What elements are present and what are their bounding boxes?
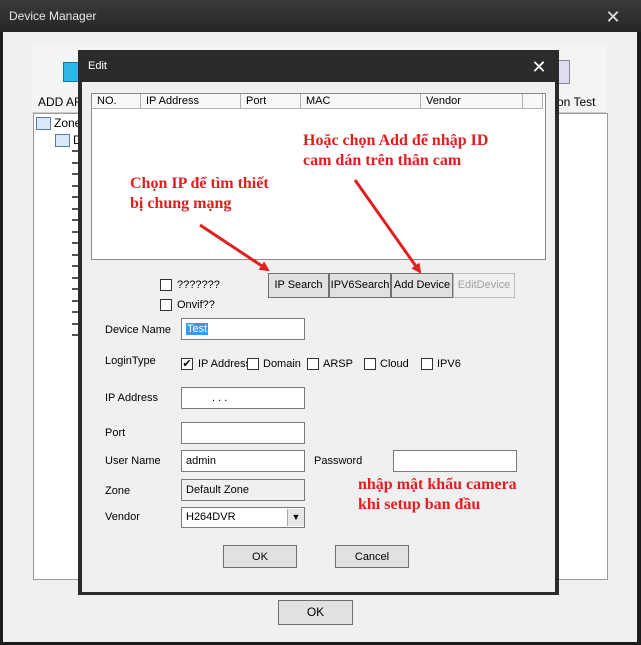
arrow-to-ip-search — [199, 223, 270, 272]
annotation-arrows — [199, 179, 422, 274]
arrow-to-add-device — [353, 179, 422, 274]
